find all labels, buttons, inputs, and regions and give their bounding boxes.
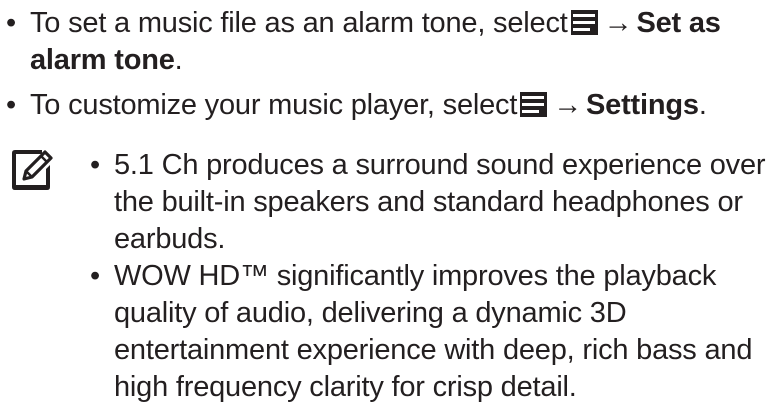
note-line: quality of audio, delivering a dynamic 3… [114,297,627,329]
period: . [698,89,707,121]
note-line: 5.1 Ch produces a surround sound experie… [114,149,766,181]
alarm-tone-text: To set a music file as an alarm tone, se… [6,5,776,79]
note-line: high frequency clarity for crisp detail. [114,371,577,403]
settings-label: Settings [586,89,699,121]
manual-page: • To set a music file as an alarm tone, … [0,0,783,403]
alarm-tone-prefix: To set a music file as an alarm tone, se… [30,7,568,39]
bullet-marker: • [6,89,16,121]
customize-prefix: To customize your music player, select [30,89,518,121]
note-line: entertainment experience with deep, rich… [114,334,753,366]
bullet-marker: • [90,260,100,292]
note-surround-text: 5.1 Ch produces a surround sound experie… [90,147,780,258]
bullet-marker: • [90,149,100,181]
alarm-tone-bullet: • To set a music file as an alarm tone, … [6,5,776,79]
note-pencil-icon [12,150,53,190]
note-wow-hd-text: WOW HD™ significantly improves the playb… [90,258,780,406]
arrow-glyph: → [603,7,633,39]
note-line: earbuds. [114,223,226,255]
customize-player-text: To customize your music player, select →… [6,87,776,124]
customize-player-bullet: • To customize your music player, select… [6,87,776,124]
note-line: the built-in speakers and standard headp… [114,186,743,218]
bullet-marker: • [6,7,16,39]
set-as-alarm-tone-label-2: alarm tone [30,44,175,76]
note-bullet-surround: • 5.1 Ch produces a surround sound exper… [90,147,780,258]
menu-icon [570,10,598,35]
note-line: WOW HD™ significantly improves the playb… [114,260,717,292]
menu-icon [520,92,548,117]
set-as-alarm-tone-label-1: Set as [636,7,721,39]
period: . [174,44,183,76]
note-bullet-wow-hd: • WOW HD™ significantly improves the pla… [90,258,780,406]
arrow-glyph: → [553,89,583,121]
